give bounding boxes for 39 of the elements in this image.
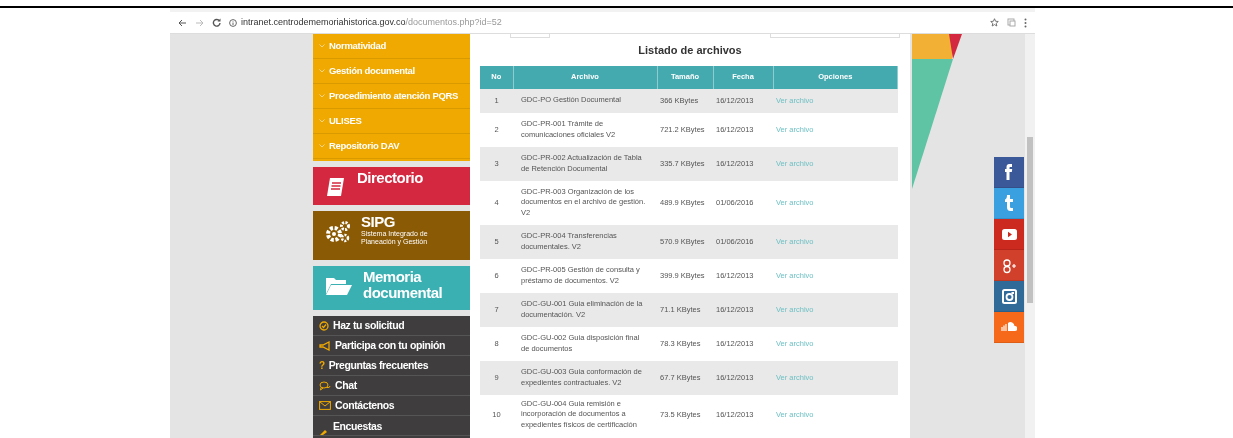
chevron-icon	[319, 119, 325, 123]
link-label[interactable]: Participa con tu opinión	[335, 337, 445, 354]
social-button[interactable]	[994, 312, 1024, 343]
scrollbar[interactable]	[1025, 34, 1035, 438]
chevron-icon	[319, 44, 325, 48]
pencil-icon	[319, 429, 329, 435]
link-label[interactable]: Haz tu solicitud	[333, 317, 405, 334]
link-label[interactable]: Preguntas frecuentes	[328, 357, 429, 374]
info-icon	[229, 18, 237, 27]
check-circle-icon	[319, 320, 329, 331]
folder-icon	[325, 275, 353, 297]
question-mark-icon: ?	[319, 358, 325, 373]
mail-icon	[319, 401, 331, 410]
gears-icon	[325, 220, 351, 244]
book-icon	[325, 176, 347, 198]
table-title: Listado de archivos	[637, 43, 743, 58]
reload-icon[interactable]	[212, 18, 221, 27]
megaphone-icon	[319, 340, 331, 351]
menu-icon[interactable]	[1024, 17, 1027, 28]
link-label[interactable]: Contáctenos	[335, 397, 395, 414]
star-icon[interactable]	[990, 18, 999, 27]
memory-banner[interactable]: Memoria documental	[313, 266, 470, 310]
social-button[interactable]	[994, 281, 1024, 312]
link-label[interactable]: Chat	[335, 377, 357, 394]
chevron-icon	[319, 144, 325, 148]
cloud-icon	[1001, 322, 1017, 332]
social-button[interactable]	[994, 219, 1024, 250]
banner-title: SIPG	[361, 214, 396, 230]
social-button[interactable]	[994, 250, 1024, 281]
link-label[interactable]: Encuestas	[333, 419, 382, 435]
banner-title: Memoria documental	[363, 269, 444, 301]
chevron-icon	[319, 69, 325, 73]
back-icon[interactable]	[178, 18, 187, 27]
banner-title: Directorio	[357, 170, 423, 186]
directory-banner[interactable]: Directorio	[313, 167, 470, 205]
chevron-icon	[319, 94, 325, 98]
chat-icon	[319, 380, 331, 391]
social-button[interactable]	[994, 157, 1024, 188]
social-button[interactable]	[994, 188, 1024, 219]
